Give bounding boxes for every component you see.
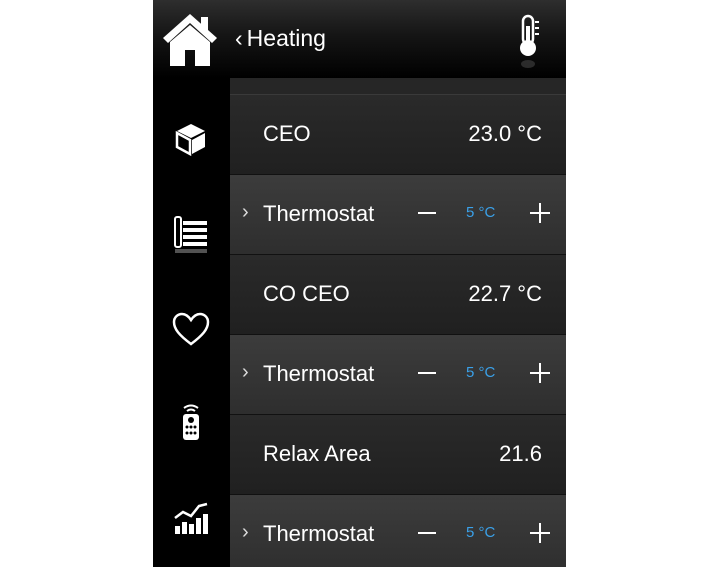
room-name: CO CEO — [263, 281, 350, 306]
thermostat-row-relax-area[interactable]: › Thermostat 5 °C — [230, 495, 566, 567]
plus-icon — [530, 203, 550, 223]
thermostat-label: Thermostat — [263, 201, 375, 226]
sidebar-item-rooms[interactable] — [171, 118, 211, 158]
home-button[interactable] — [161, 12, 219, 68]
home-icon — [163, 14, 217, 66]
room-temperature: 21.6 — [499, 441, 542, 466]
remote-control-icon — [183, 404, 199, 440]
sidebar-item-statistics[interactable] — [171, 498, 211, 538]
sidebar-item-favorites[interactable] — [171, 310, 211, 350]
radiator-icon — [174, 216, 207, 253]
minus-icon — [418, 212, 436, 214]
thermostat-label: Thermostat — [263, 361, 375, 386]
thermostat-row-ceo[interactable]: › Thermostat 5 °C — [230, 175, 566, 255]
chevron-right-icon: › — [242, 361, 249, 383]
decrease-button[interactable] — [410, 355, 444, 391]
list-item-co-ceo: CO CEO 22.7 °C — [230, 255, 566, 335]
chevron-right-icon: › — [242, 521, 249, 543]
plus-icon — [530, 523, 550, 543]
decrease-button[interactable] — [410, 195, 444, 231]
room-temperature: 22.7 °C — [468, 281, 542, 306]
thermometer-icon — [520, 14, 539, 68]
thermometer-button[interactable] — [513, 14, 543, 70]
increase-button[interactable] — [522, 515, 558, 551]
list-top-edge — [230, 78, 566, 95]
app-screen: ‹ Heating CEO 23.0 °C › Thermostat 5 °C … — [153, 0, 566, 567]
sidebar-item-remote[interactable] — [171, 402, 211, 442]
room-name: CEO — [263, 121, 311, 146]
stats-chart-icon — [174, 502, 208, 534]
header-bar: ‹ Heating — [153, 0, 566, 78]
plus-icon — [530, 363, 550, 383]
chevron-left-icon: ‹ — [235, 24, 243, 51]
setpoint-value: 5 °C — [466, 524, 496, 541]
decrease-button[interactable] — [410, 515, 444, 551]
minus-icon — [418, 532, 436, 534]
minus-icon — [418, 372, 436, 374]
page-title: Heating — [246, 24, 326, 51]
cube-icon — [175, 124, 205, 157]
thermostat-label: Thermostat — [263, 521, 375, 546]
sidebar-item-heating[interactable] — [171, 213, 211, 253]
chevron-right-icon: › — [242, 201, 249, 223]
room-temperature: 23.0 °C — [468, 121, 542, 146]
room-list: CEO 23.0 °C › Thermostat 5 °C CO CEO 22.… — [230, 78, 566, 567]
increase-button[interactable] — [522, 195, 558, 231]
increase-button[interactable] — [522, 355, 558, 391]
heart-icon — [172, 312, 210, 346]
list-item-ceo: CEO 23.0 °C — [230, 95, 566, 175]
room-name: Relax Area — [263, 441, 371, 466]
sidebar — [153, 78, 230, 567]
setpoint-value: 5 °C — [466, 364, 496, 381]
setpoint-value: 5 °C — [466, 204, 496, 221]
back-button[interactable]: ‹ Heating — [235, 22, 326, 54]
thermostat-row-co-ceo[interactable]: › Thermostat 5 °C — [230, 335, 566, 415]
list-item-relax-area: Relax Area 21.6 — [230, 415, 566, 495]
